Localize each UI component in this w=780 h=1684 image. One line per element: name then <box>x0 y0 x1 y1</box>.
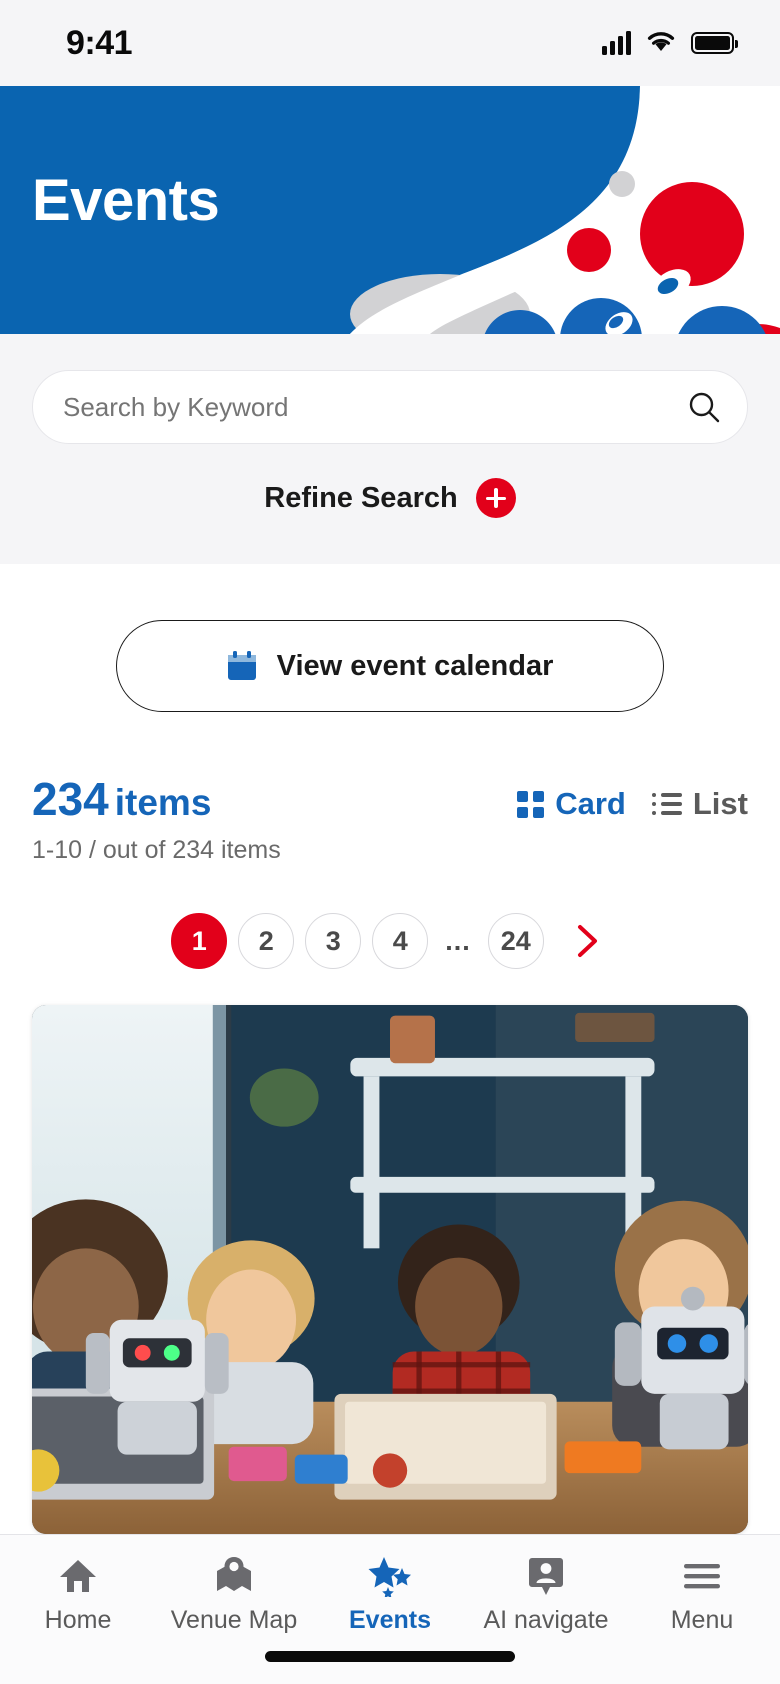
nav-label-venue-map: Venue Map <box>170 1606 298 1634</box>
children-with-robots-photo <box>32 1005 748 1534</box>
map-pin-icon <box>213 1555 255 1597</box>
view-event-calendar-label: View event calendar <box>276 649 554 682</box>
search-section: Refine Search <box>0 334 780 564</box>
home-indicator <box>265 1651 515 1662</box>
page-button-3[interactable]: 3 <box>305 913 362 969</box>
chevron-right-icon[interactable] <box>565 919 609 963</box>
search-icon[interactable] <box>687 390 721 424</box>
pagination: 1 2 3 4 ... 24 <box>32 913 748 969</box>
status-time: 9:41 <box>66 23 133 62</box>
hamburger-icon <box>682 1555 722 1597</box>
nav-item-ai-navigate[interactable]: AI navigate <box>468 1555 624 1635</box>
results-header: 234 items Card List <box>32 776 748 822</box>
wifi-icon <box>645 29 677 57</box>
nav-label-ai-navigate: AI navigate <box>483 1606 609 1634</box>
nav-item-events[interactable]: Events <box>312 1555 468 1635</box>
items-count-number: 234 <box>32 773 109 825</box>
nav-item-menu[interactable]: Menu <box>624 1555 780 1635</box>
pagination-ellipsis: ... <box>445 925 471 956</box>
refine-search-label: Refine Search <box>264 481 458 514</box>
status-icons <box>602 29 738 57</box>
page-button-last[interactable]: 24 <box>487 913 544 969</box>
calendar-icon <box>227 650 257 682</box>
items-count-word: items <box>114 782 212 823</box>
view-event-calendar-button[interactable]: View event calendar <box>116 620 664 712</box>
home-icon <box>58 1555 98 1597</box>
hero-banner: Events <box>0 86 780 334</box>
view-mode-list[interactable]: List <box>651 786 748 822</box>
main-content: View event calendar 234items Card List <box>0 564 780 1534</box>
view-mode-list-label: List <box>692 786 748 821</box>
stars-icon <box>367 1555 413 1597</box>
nav-label-events: Events <box>349 1606 431 1634</box>
page-button-4[interactable]: 4 <box>372 913 429 969</box>
plus-circle-icon[interactable] <box>475 478 516 518</box>
page-button-2[interactable]: 2 <box>238 913 295 969</box>
nav-label-menu: Menu <box>670 1606 734 1634</box>
nav-item-home[interactable]: Home <box>0 1555 156 1635</box>
view-mode-toggles: Card List <box>517 786 748 822</box>
items-count: 234 items <box>32 776 211 822</box>
search-input[interactable] <box>63 391 687 423</box>
refine-search-button[interactable]: Refine Search <box>32 478 748 518</box>
results-range-text: 1-10 / out of 234 items <box>32 836 281 864</box>
person-pin-icon <box>528 1555 564 1597</box>
grid-icon <box>517 790 545 818</box>
list-icon <box>651 793 682 815</box>
battery-full-icon <box>691 32 738 54</box>
event-card[interactable] <box>32 1005 748 1534</box>
search-box[interactable] <box>32 370 748 444</box>
nav-item-venue-map[interactable]: Venue Map <box>156 1555 312 1635</box>
status-bar: 9:41 <box>0 0 780 86</box>
signal-bars-icon <box>602 31 631 55</box>
view-mode-card-label: Card <box>555 786 626 821</box>
nav-label-home: Home <box>44 1606 112 1634</box>
page-button-1[interactable]: 1 <box>171 913 228 969</box>
app-root: 9:41 Events Search by Keyword Refine Sea… <box>0 0 780 1684</box>
view-mode-card[interactable]: Card <box>517 786 626 822</box>
page-title: Events <box>32 168 220 233</box>
